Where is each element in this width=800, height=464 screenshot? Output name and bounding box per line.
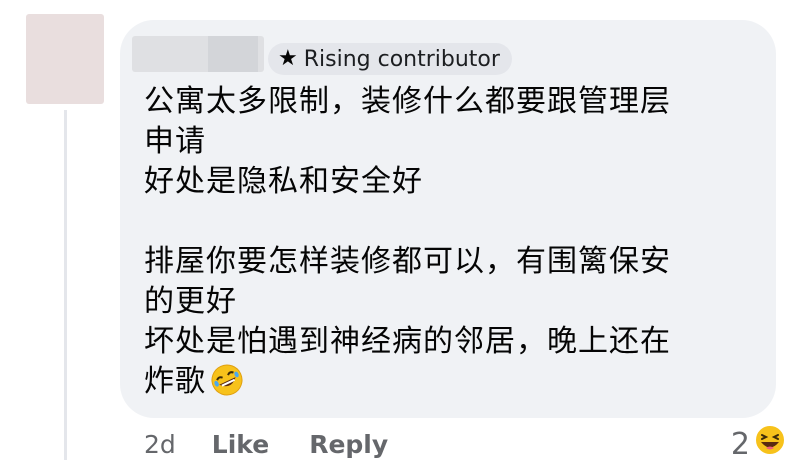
star-icon: ★ [278,46,298,71]
rolling-on-floor-laughing-icon [210,363,244,408]
badge-label: Rising contributor [303,46,500,72]
author-name-redacted-part [208,36,258,72]
reaction-count: 2 [730,426,750,462]
avatar[interactable] [26,14,104,104]
comment-text: 公寓太多限制，装修什么都要跟管理层 申请 好处是隐私和安全好 排屋你要怎样装修都… [144,84,671,399]
comment-actions: 2d Like Reply [144,430,388,459]
comment-bubble: ★ Rising contributor 公寓太多限制，装修什么都要跟管理层 申… [120,20,776,418]
like-button[interactable]: Like [212,430,269,459]
comment-timestamp[interactable]: 2d [144,430,176,459]
comment-body: 公寓太多限制，装修什么都要跟管理层 申请 好处是隐私和安全好 排屋你要怎样装修都… [144,82,764,408]
reply-button[interactable]: Reply [309,430,388,459]
reply-thread-line [64,110,67,460]
haha-reaction-icon [754,424,786,464]
rising-contributor-badge[interactable]: ★ Rising contributor [268,43,512,75]
reaction-summary[interactable]: 2 [731,424,786,464]
